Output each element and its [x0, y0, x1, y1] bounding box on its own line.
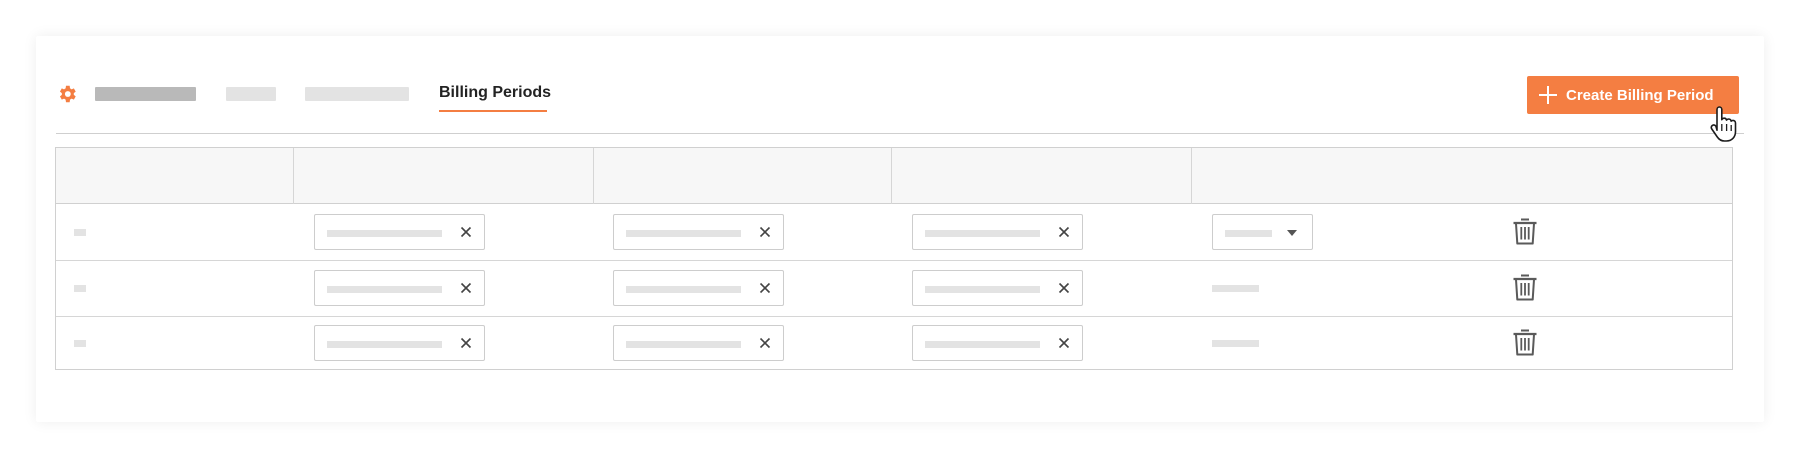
close-icon[interactable] — [1056, 224, 1072, 240]
close-icon[interactable] — [458, 280, 474, 296]
close-icon[interactable] — [1056, 335, 1072, 351]
end-date-field[interactable] — [613, 214, 784, 250]
gear-icon[interactable] — [56, 83, 78, 105]
select-value — [1225, 230, 1272, 237]
field-value — [626, 286, 741, 293]
field-value — [626, 341, 741, 348]
trash-icon[interactable] — [1509, 326, 1541, 358]
field-value — [327, 230, 442, 237]
field-value — [925, 341, 1040, 348]
column-divider — [891, 148, 892, 204]
close-icon[interactable] — [458, 224, 474, 240]
end-date-field[interactable] — [613, 270, 784, 306]
tab-placeholder-3[interactable] — [305, 87, 409, 101]
trash-icon[interactable] — [1509, 215, 1541, 247]
row-id — [74, 285, 86, 292]
field-value — [327, 286, 442, 293]
close-icon[interactable] — [757, 224, 773, 240]
field-value — [925, 286, 1040, 293]
start-date-field[interactable] — [314, 214, 485, 250]
tab-placeholder-1[interactable] — [95, 87, 196, 101]
end-date-field[interactable] — [613, 325, 784, 361]
caret-down-icon — [1287, 230, 1297, 236]
close-icon[interactable] — [757, 280, 773, 296]
status-value — [1212, 285, 1259, 292]
row-id — [74, 340, 86, 347]
table-header — [56, 148, 1732, 204]
status-select[interactable] — [1212, 214, 1313, 250]
column-divider — [593, 148, 594, 204]
field-value — [925, 230, 1040, 237]
start-date-field[interactable] — [314, 325, 485, 361]
billing-periods-panel: Billing Periods Create Billing Period — [36, 36, 1764, 422]
column-divider — [1191, 148, 1192, 204]
active-tab-indicator — [439, 110, 547, 112]
due-date-field[interactable] — [912, 214, 1083, 250]
tab-billing-periods[interactable]: Billing Periods — [439, 84, 551, 102]
tab-placeholder-2[interactable] — [226, 87, 276, 101]
close-icon[interactable] — [1056, 280, 1072, 296]
row-id — [74, 229, 86, 236]
column-divider — [293, 148, 294, 204]
due-date-field[interactable] — [912, 270, 1083, 306]
field-value — [626, 230, 741, 237]
field-value — [327, 341, 442, 348]
close-icon[interactable] — [757, 335, 773, 351]
billing-periods-table — [55, 147, 1733, 370]
table-row — [56, 204, 1732, 261]
start-date-field[interactable] — [314, 270, 485, 306]
tab-bar: Billing Periods Create Billing Period — [36, 36, 1764, 142]
due-date-field[interactable] — [912, 325, 1083, 361]
hand-pointer-icon — [1710, 106, 1737, 142]
status-value — [1212, 340, 1259, 347]
close-icon[interactable] — [458, 335, 474, 351]
trash-icon[interactable] — [1509, 271, 1541, 303]
plus-icon — [1539, 86, 1557, 104]
create-billing-period-label: Create Billing Period — [1566, 86, 1714, 104]
table-row — [56, 317, 1732, 369]
table-row — [56, 261, 1732, 317]
tab-bar-divider — [56, 133, 1744, 134]
